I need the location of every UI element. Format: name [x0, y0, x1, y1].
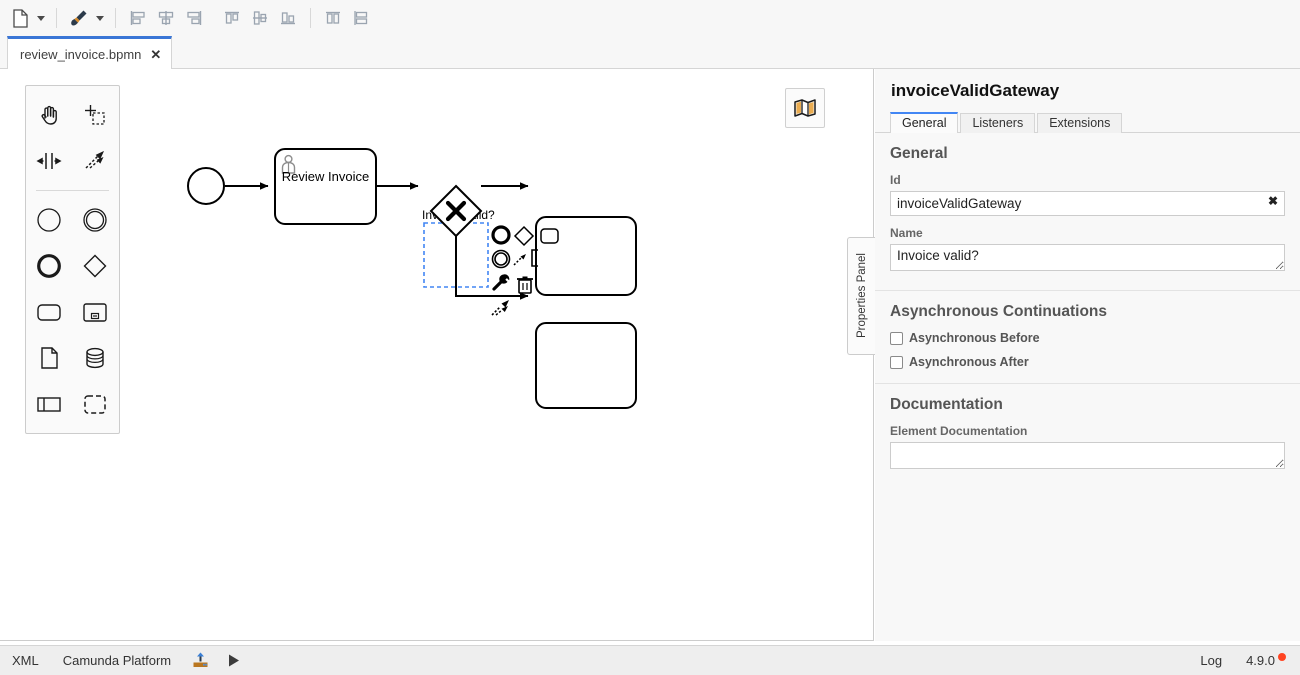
tab-listeners[interactable]: Listeners	[960, 113, 1035, 133]
diagram-canvas[interactable]: Review Invoice Invoice valid?	[0, 69, 874, 641]
group-async-heading: Asynchronous Continuations	[890, 303, 1285, 321]
connect-icon	[514, 254, 526, 265]
async-before-row[interactable]: Asynchronous Before	[890, 331, 1285, 345]
play-icon[interactable]	[218, 646, 250, 675]
element-documentation-input[interactable]	[890, 442, 1285, 469]
group-general-heading: General	[890, 145, 1285, 163]
global-connect-icon	[492, 300, 509, 315]
task-review-invoice: Review Invoice	[275, 149, 376, 224]
status-log-button[interactable]: Log	[1188, 646, 1234, 675]
name-label: Name	[890, 226, 1285, 240]
properties-panel-title: invoiceValidGateway	[875, 69, 1300, 101]
toolbar-divider-1	[56, 8, 57, 28]
async-after-label: Asynchronous After	[909, 355, 1029, 369]
start-event	[188, 168, 224, 204]
tab-extensions[interactable]: Extensions	[1037, 113, 1122, 133]
tab-review-invoice[interactable]: review_invoice.bpmn ✕	[7, 36, 172, 69]
status-bar: XML Camunda Platform Log 4.9.0	[0, 645, 1300, 675]
align-center-icon[interactable]	[152, 4, 180, 32]
align-middle-icon[interactable]	[246, 4, 274, 32]
new-file-dropdown-caret[interactable]	[34, 4, 48, 32]
align-top-icon[interactable]	[218, 4, 246, 32]
properties-panel-toggle[interactable]: Properties Panel	[847, 237, 875, 355]
brush-icon[interactable]	[65, 4, 93, 32]
id-label: Id	[890, 173, 1285, 187]
distribute-vertical-icon[interactable]	[347, 4, 375, 32]
group-async-continuations: Asynchronous Continuations Asynchronous …	[875, 291, 1300, 384]
id-field-wrap: ✖	[890, 191, 1285, 216]
status-platform-button[interactable]: Camunda Platform	[51, 646, 183, 675]
align-left-icon[interactable]	[124, 4, 152, 32]
brush-dropdown-caret[interactable]	[93, 4, 107, 32]
version-label: 4.9.0	[1246, 653, 1275, 668]
new-file-icon[interactable]	[6, 4, 34, 32]
async-after-checkbox[interactable]	[890, 356, 903, 369]
id-input[interactable]	[890, 191, 1285, 216]
tab-bar: review_invoice.bpmn ✕	[0, 36, 1300, 69]
bpmn-modeler-window: review_invoice.bpmn ✕	[0, 0, 1300, 675]
deploy-icon[interactable]	[183, 646, 218, 675]
status-version[interactable]: 4.9.0	[1234, 646, 1300, 675]
update-available-dot	[1278, 653, 1286, 661]
properties-panel: invoiceValidGateway General Listeners Ex…	[875, 69, 1300, 641]
bpmn-diagram: Review Invoice Invoice valid?	[0, 69, 874, 641]
tab-general[interactable]: General	[890, 112, 958, 133]
close-icon[interactable]: ✕	[150, 48, 161, 61]
tab-label: review_invoice.bpmn	[20, 47, 141, 62]
task-bottom	[536, 323, 636, 408]
clear-id-icon[interactable]: ✖	[1268, 195, 1278, 207]
status-xml-button[interactable]: XML	[0, 646, 51, 675]
append-gateway-icon	[515, 227, 533, 245]
wrench-icon	[494, 274, 509, 289]
name-input[interactable]	[890, 244, 1285, 271]
element-documentation-label: Element Documentation	[890, 424, 1285, 438]
toolbar-divider-2	[115, 8, 116, 28]
async-before-checkbox[interactable]	[890, 332, 903, 345]
align-right-icon[interactable]	[180, 4, 208, 32]
align-bottom-icon[interactable]	[274, 4, 302, 32]
group-documentation-heading: Documentation	[890, 396, 1285, 414]
properties-tabs: General Listeners Extensions	[875, 111, 1300, 133]
async-before-label: Asynchronous Before	[909, 331, 1040, 345]
toolbar-divider-3	[310, 8, 311, 28]
task-review-invoice-label: Review Invoice	[282, 169, 369, 184]
gateway-invoice-valid	[431, 186, 481, 236]
async-after-row[interactable]: Asynchronous After	[890, 355, 1285, 369]
delete-icon	[517, 277, 533, 294]
group-documentation: Documentation Element Documentation	[875, 384, 1300, 488]
distribute-horizontal-icon[interactable]	[319, 4, 347, 32]
properties-panel-toggle-label: Properties Panel	[856, 253, 868, 338]
group-general: General Id ✖ Name	[875, 133, 1300, 291]
toolbar	[0, 0, 1300, 36]
append-end-event-icon	[493, 227, 509, 243]
append-intermediate-event-icon	[493, 251, 510, 268]
